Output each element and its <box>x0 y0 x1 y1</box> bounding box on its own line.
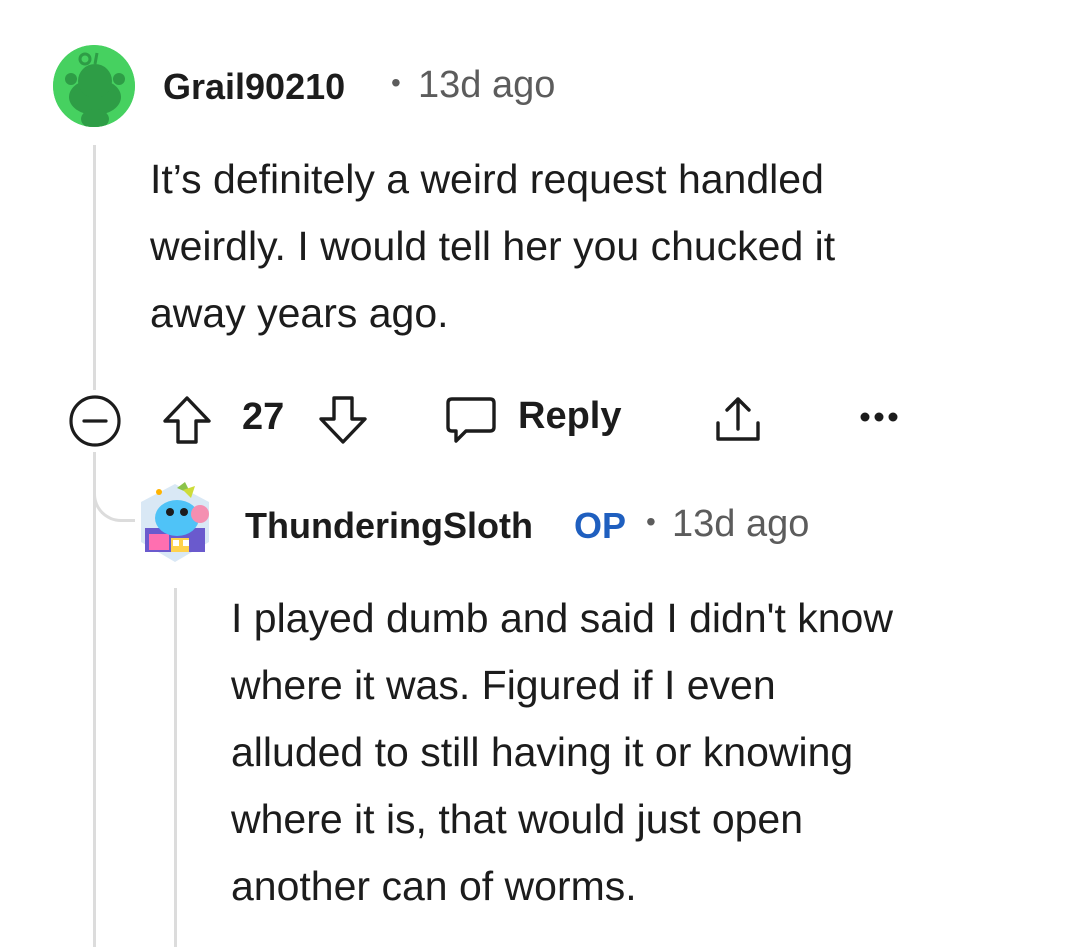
speech-bubble-icon[interactable] <box>444 393 498 447</box>
thread-connector <box>93 452 135 522</box>
op-badge: OP <box>574 505 627 546</box>
vote-score: 27 <box>242 396 285 438</box>
more-dots-icon[interactable] <box>858 407 900 427</box>
thread-line-reply[interactable] <box>174 588 177 947</box>
reply-separator-dot: • <box>646 506 656 537</box>
reply-body-line: where it was. Figured if I even <box>231 662 776 708</box>
thread-line-main-lower[interactable] <box>93 452 96 947</box>
comment-author[interactable]: Grail90210 <box>163 66 345 108</box>
reply-body-line: where it is, that would just open <box>231 796 804 842</box>
comment-body-line: away years ago. <box>150 290 449 336</box>
comment-action-bar: 27 Reply <box>0 385 1080 449</box>
reply-button[interactable]: Reply <box>518 395 621 438</box>
reply-timestamp: 13d ago <box>672 503 810 545</box>
comment-timestamp: 13d ago <box>418 64 556 106</box>
reply-author[interactable]: ThunderingSloth <box>245 505 533 547</box>
comment-body-line: It’s definitely a weird request handled <box>150 156 824 202</box>
thread-line-main[interactable] <box>93 145 96 390</box>
custom-snoo-avatar-icon <box>141 482 209 562</box>
collapse-minus-icon[interactable] <box>67 393 123 449</box>
reply-body-line: alluded to still having it or knowing <box>231 729 854 775</box>
downvote-arrow-icon[interactable] <box>316 393 370 447</box>
reply-avatar[interactable] <box>137 478 213 564</box>
reply-body-line: another can of worms. <box>231 863 637 909</box>
reply-body-line: I played dumb and said I didn't know <box>231 595 893 641</box>
separator-dot: • <box>391 67 401 98</box>
upvote-arrow-icon[interactable] <box>160 393 214 447</box>
reddit-snoo-avatar-icon <box>53 45 135 127</box>
share-icon[interactable] <box>710 391 766 447</box>
comment-body: It’s definitely a weird request handled … <box>150 146 1050 347</box>
comment-body-line: weirdly. I would tell her you chucked it <box>150 223 836 269</box>
avatar[interactable] <box>53 45 135 127</box>
reply-body: I played dumb and said I didn't know whe… <box>231 585 1061 920</box>
